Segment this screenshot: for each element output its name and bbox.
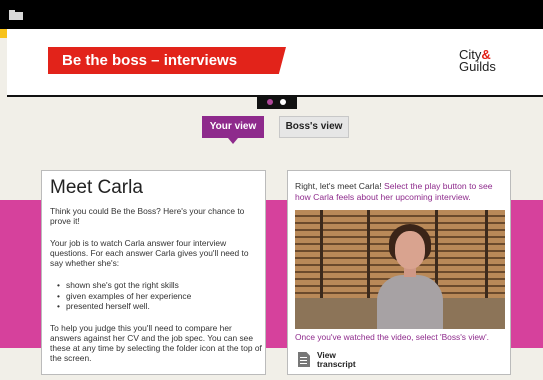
- page-dot-2[interactable]: [280, 99, 286, 105]
- intro-card: Meet Carla Think you could Be the Boss? …: [41, 170, 266, 375]
- tab-bosss-view[interactable]: Boss's view: [279, 116, 349, 138]
- job-text: Your job is to watch Carla answer four i…: [50, 238, 249, 268]
- top-bar: [0, 0, 543, 29]
- document-icon: [298, 352, 310, 367]
- list-item: shown she's got the right skills: [50, 280, 250, 291]
- video-intro-text: Right, let's meet Carla! Select the play…: [295, 181, 493, 202]
- page-dot-1[interactable]: [267, 99, 273, 105]
- video-thumbnail-person: [377, 224, 443, 329]
- video-outro-text: Once you've watched the video, select 'B…: [295, 332, 489, 342]
- city-and-guilds-logo: City& Guilds: [459, 47, 496, 74]
- tab-your-view[interactable]: Your view: [202, 116, 264, 144]
- left-accent-bar: [0, 29, 7, 38]
- page-title: Be the boss – interviews: [62, 52, 238, 69]
- criteria-list: shown she's got the right skills given e…: [50, 280, 250, 312]
- video-player[interactable]: [295, 210, 505, 329]
- folder-icon[interactable]: [9, 10, 23, 20]
- intro-text: Think you could Be the Boss? Here's your…: [50, 206, 245, 226]
- compare-text: To help you judge this you'll need to co…: [50, 323, 262, 363]
- card-title: Meet Carla: [50, 177, 143, 198]
- view-transcript-button[interactable]: View transcript: [298, 349, 368, 371]
- page-indicator: [257, 95, 297, 109]
- transcript-label: View transcript: [317, 350, 356, 369]
- video-card: Right, let's meet Carla! Select the play…: [287, 170, 511, 375]
- list-item: given examples of her experience: [50, 291, 250, 302]
- page-title-banner: Be the boss – interviews: [48, 47, 286, 74]
- list-item: presented herself well.: [50, 301, 250, 312]
